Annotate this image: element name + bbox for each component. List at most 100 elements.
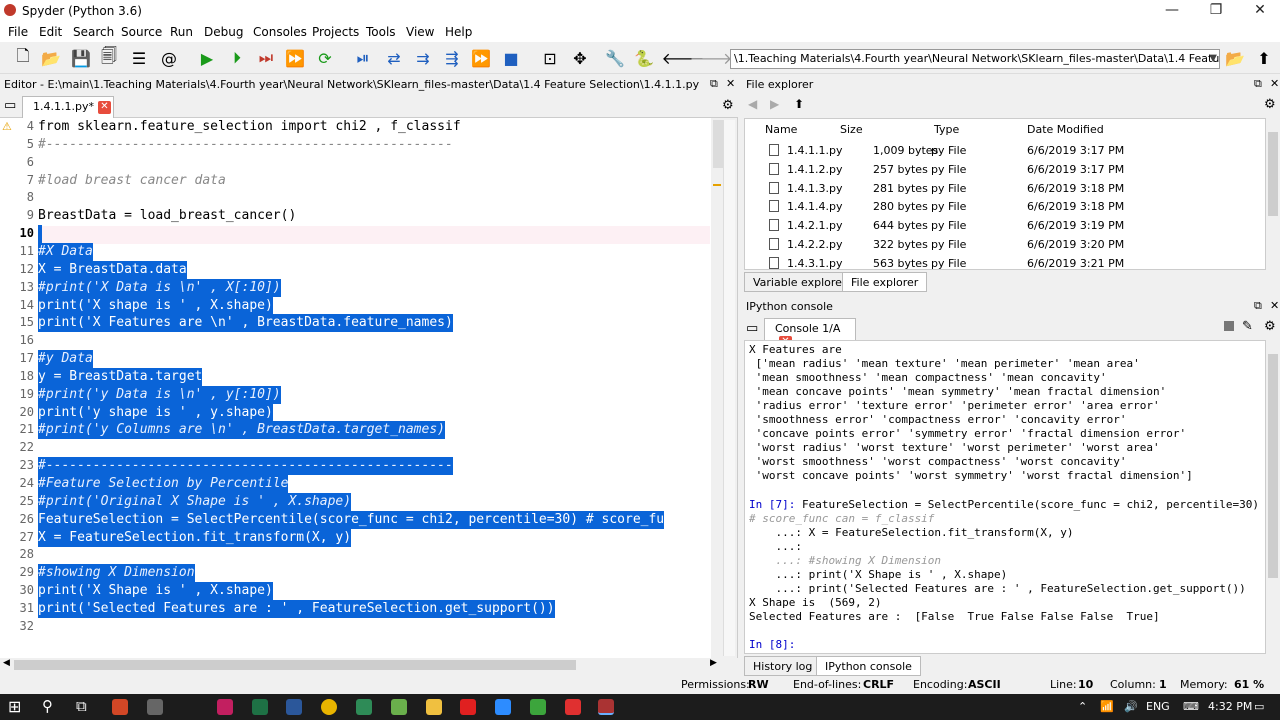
code-line[interactable]: print('Selected Features are : ' , Featu…: [38, 599, 555, 618]
menu-run[interactable]: Run: [170, 25, 193, 39]
spyder-taskbar-icon[interactable]: [598, 699, 614, 715]
code-line[interactable]: #print('y Columns are \n' , BreastData.t…: [38, 421, 445, 440]
code-line[interactable]: X = FeatureSelection.fit_transform(X, y): [38, 528, 352, 547]
gear-icon[interactable]: ⚙: [1264, 319, 1276, 334]
tab-ipython-console[interactable]: IPython console: [816, 656, 921, 676]
debug-icon[interactable]: ⏯: [352, 48, 374, 68]
volume-icon[interactable]: 🔊: [1124, 700, 1138, 713]
code-line[interactable]: print('y shape is ' , y.shape): [38, 403, 273, 422]
menu-help[interactable]: Help: [445, 25, 472, 39]
minimize-button[interactable]: —: [1150, 0, 1194, 22]
file-explorer-taskbar-icon[interactable]: [426, 699, 442, 715]
code-line[interactable]: from sklearn.feature_selection import ch…: [38, 118, 461, 136]
run-cell-icon[interactable]: ⏵: [226, 48, 248, 68]
code-line[interactable]: #---------------------------------------…: [38, 136, 453, 154]
menu-debug[interactable]: Debug: [204, 25, 243, 39]
code-line[interactable]: #y Data: [38, 350, 93, 369]
maximize-button[interactable]: ❐: [1194, 0, 1238, 22]
menu-search[interactable]: Search: [73, 25, 114, 39]
wrench-icon[interactable]: 🔧: [604, 48, 626, 68]
scroll-right-icon[interactable]: ▶: [710, 658, 717, 668]
file-list-scrollbar[interactable]: [1266, 118, 1280, 270]
browse-tabs-icon[interactable]: ▭: [4, 98, 16, 113]
chevron-down-icon[interactable]: ▼: [1209, 50, 1217, 68]
stop-kernel-icon[interactable]: [1224, 321, 1234, 331]
open-folder-icon[interactable]: 📂: [40, 48, 62, 68]
camtasia-icon[interactable]: [530, 699, 546, 715]
undock-icon[interactable]: ⧉: [1254, 77, 1262, 91]
code-line[interactable]: #print('Original X Shape is ' , X.shape): [38, 492, 352, 511]
working-directory-combobox[interactable]: \1.Teaching Materials\4.Fourth year\Neur…: [730, 49, 1220, 69]
code-line[interactable]: #Feature Selection by Percentile: [38, 475, 289, 493]
menu-file[interactable]: File: [8, 25, 28, 39]
scroll-left-icon[interactable]: ◀: [3, 658, 10, 668]
close-button[interactable]: ✕: [1238, 0, 1280, 22]
code-line[interactable]: #print('y Data is \n' , y[:10]): [38, 385, 281, 404]
code-line[interactable]: X = BreastData.data: [38, 260, 187, 279]
code-line[interactable]: [38, 225, 42, 244]
pdf-icon[interactable]: [460, 699, 476, 715]
powerpoint-icon[interactable]: [112, 699, 128, 715]
column-name[interactable]: Name: [765, 123, 797, 136]
file-row[interactable]: 1.4.2.1.py 644 bytes py File 6/6/2019 3:19 …: [745, 216, 1265, 235]
notification-icon[interactable]: ▭: [1254, 700, 1264, 713]
run-selection-icon[interactable]: ⏩: [284, 48, 306, 68]
gear-icon[interactable]: ⚙: [722, 98, 734, 113]
hscroll-thumb[interactable]: [14, 660, 576, 670]
app2-icon[interactable]: [356, 699, 372, 715]
code-line[interactable]: FeatureSelection = SelectPercentile(scor…: [38, 510, 665, 529]
code-line[interactable]: #print('X Data is \n' , X[:10]): [38, 278, 281, 297]
column-type[interactable]: Type: [934, 123, 959, 136]
file-row[interactable]: 1.4.2.2.py 322 bytes py File 6/6/2019 3:20 …: [745, 235, 1265, 254]
step-icon[interactable]: ⇄: [383, 48, 405, 68]
new-file-icon[interactable]: 🗋: [12, 46, 34, 68]
close-pane-icon[interactable]: ✕: [1270, 299, 1279, 312]
parent-dir-icon[interactable]: ⬆: [1253, 48, 1275, 68]
save-all-icon[interactable]: 🗐: [98, 46, 120, 68]
menu-view[interactable]: View: [406, 25, 434, 39]
console-tab[interactable]: Console 1/A✕: [764, 318, 856, 349]
fullscreen-icon[interactable]: ✥: [569, 48, 591, 68]
code-line[interactable]: print('X Features are \n' , BreastData.f…: [38, 314, 453, 333]
file-row[interactable]: 1.4.1.3.py 281 bytes py File 6/6/2019 3:18 …: [745, 179, 1265, 198]
menu-projects[interactable]: Projects: [312, 25, 359, 39]
run-icon[interactable]: ▶: [196, 48, 218, 68]
file-row[interactable]: 1.4.1.1.py 1,009 bytes py File 6/6/2019 3:1…: [745, 141, 1265, 160]
editor-horizontal-scrollbar[interactable]: ◀ ▶: [0, 658, 722, 672]
browse-folder-icon[interactable]: 📂: [1224, 48, 1246, 68]
close-pane-icon[interactable]: ✕: [726, 77, 735, 90]
gear-icon[interactable]: ⚙: [1264, 97, 1276, 112]
step-into-icon[interactable]: ⇉: [412, 48, 434, 68]
search-icon[interactable]: ⚲: [42, 697, 53, 715]
windows-start-icon[interactable]: ⊞: [8, 697, 21, 716]
file-list-scroll-thumb[interactable]: [1268, 132, 1278, 216]
up-circle-icon[interactable]: ⬆: [794, 97, 804, 111]
keyboard-icon[interactable]: ⌨: [1183, 700, 1199, 713]
chrome-icon[interactable]: [321, 699, 337, 715]
undock-icon[interactable]: ⧉: [710, 77, 718, 91]
code-line[interactable]: #X Data: [38, 242, 93, 261]
console-scroll-thumb[interactable]: [1268, 354, 1278, 578]
clock-time[interactable]: 4:32 PM: [1208, 700, 1252, 713]
recorder-icon[interactable]: [565, 699, 581, 715]
tab-history-log[interactable]: History log: [744, 656, 822, 676]
editor-tab[interactable]: 1.4.1.1.py* ✕: [22, 96, 114, 118]
clear-console-icon[interactable]: ✎: [1242, 319, 1253, 334]
code-line[interactable]: print('X Shape is ' , X.shape): [38, 582, 273, 601]
wifi-icon[interactable]: 📶: [1100, 700, 1114, 713]
python-path-icon[interactable]: 🐍: [633, 48, 655, 68]
zoom-icon[interactable]: [495, 699, 511, 715]
code-line[interactable]: print('X shape is ' , X.shape): [38, 296, 273, 315]
file-row[interactable]: 1.4.1.4.py 280 bytes py File 6/6/2019 3:18 …: [745, 197, 1265, 216]
maximize-pane-icon[interactable]: ⊡: [539, 48, 561, 68]
chevron-up-icon[interactable]: ⌃: [1078, 700, 1087, 713]
code-line[interactable]: #load breast cancer data: [38, 172, 226, 190]
stop-icon[interactable]: ■: [500, 48, 522, 68]
at-icon[interactable]: @: [158, 48, 180, 68]
run-cell-advance-icon[interactable]: ⏭: [255, 48, 277, 68]
task-view-icon[interactable]: ⧉: [76, 697, 87, 715]
code-line[interactable]: BreastData = load_breast_cancer(): [38, 207, 296, 225]
column-date[interactable]: Date Modified: [1027, 123, 1104, 136]
code-editor[interactable]: 4 5 6 7 8 9 10 11 12 13 14 15 16 17 18 19 20 21 22 23 24 25 26…: [0, 118, 738, 658]
forward-circle-icon[interactable]: ▶: [770, 97, 779, 111]
